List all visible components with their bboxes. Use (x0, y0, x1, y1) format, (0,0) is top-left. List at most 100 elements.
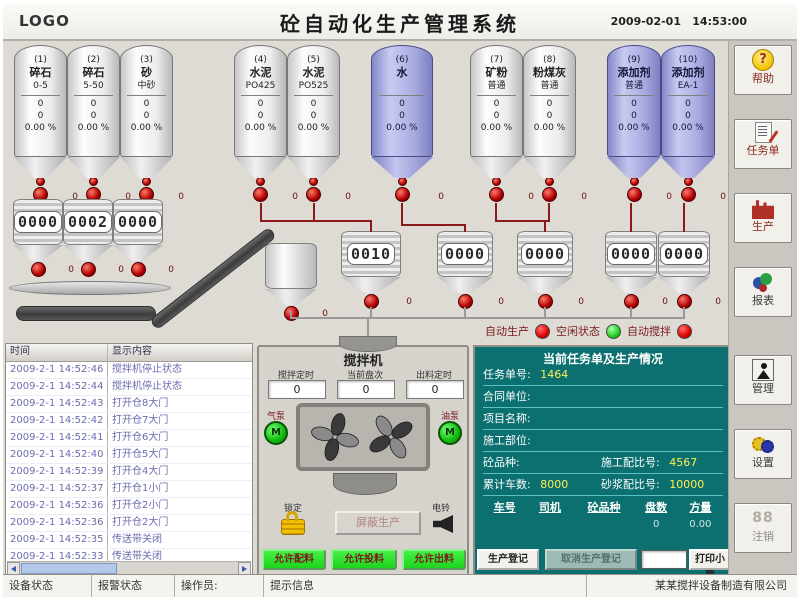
silo-number: (1) (34, 55, 47, 66)
production-register-button[interactable]: 生产登记 (477, 549, 539, 570)
sidebar-button-6[interactable]: 设置 (734, 429, 792, 479)
silo-discharge-valve[interactable] (253, 187, 268, 202)
cancel-register-button[interactable]: 取消生产登记 (545, 549, 637, 570)
silo-divider (530, 95, 570, 96)
sidebar-button-label: 任务单 (735, 144, 791, 158)
log-scrollbar[interactable] (7, 561, 251, 575)
weigh-hopper-body: 0000 (658, 231, 710, 277)
mixer-blades-icon (365, 411, 417, 463)
valve-counter: 0 (406, 297, 412, 307)
discharge-timer-value: 0 (406, 380, 464, 399)
truck-count-label: 累计车数: (483, 478, 531, 491)
inclined-conveyor-belt (149, 227, 277, 331)
log-row[interactable]: 2009-2-1 14:52:35 传送带关闭 (6, 532, 252, 549)
silo-upper-valve[interactable] (142, 177, 151, 186)
sidebar-button-3[interactable]: 生产 (734, 193, 792, 243)
log-row[interactable]: 2009-2-1 14:52:43 打开仓8大门 (6, 396, 252, 413)
ticket-input[interactable] (641, 550, 687, 569)
silo-body: (1) 碎石 0-5 0 0 0.00 % (14, 45, 67, 157)
allow-discharge-button[interactable]: 允许出料 (402, 549, 466, 570)
silo-spec: PO425 (246, 80, 276, 92)
weigh-hopper-cone (265, 289, 317, 305)
silo-discharge-valve[interactable] (489, 187, 504, 202)
print-ticket-button[interactable]: 打印小票 (689, 549, 731, 570)
material-pipe (401, 203, 403, 226)
silo-divider (294, 95, 334, 96)
log-row[interactable]: 2009-2-1 14:52:36 打开仓2小门 (6, 498, 252, 515)
silo-discharge-valve[interactable] (681, 187, 696, 202)
task-order-row: 任务单号: 1464 (483, 365, 723, 386)
log-row[interactable]: 2009-2-1 14:52:44 搅拌机停止状态 (6, 379, 252, 396)
silo-upper-valve[interactable] (545, 177, 554, 186)
oil-pump-icon[interactable] (438, 421, 462, 445)
silo-upper-valve[interactable] (309, 177, 318, 186)
silo-discharge-valve[interactable] (395, 187, 410, 202)
report-icon (752, 271, 774, 293)
air-pump-icon[interactable] (264, 421, 288, 445)
material-silo: (7) 矿粉 普通 0 0 0.00 % 0 (470, 45, 523, 202)
silo-material: 水泥 (250, 66, 272, 80)
contract-row: 合同单位: (483, 387, 723, 408)
tasksheet-icon (755, 122, 772, 143)
weigh-hopper-body: 0000 (113, 199, 163, 245)
weigh-hopper-valve[interactable] (131, 262, 146, 277)
sidebar-button-4[interactable]: 报表 (734, 267, 792, 317)
silo-spec: 中砂 (137, 80, 155, 92)
log-time: 2009-2-1 14:52:40 (6, 447, 108, 463)
silo-cone (120, 157, 173, 178)
log-row[interactable]: 2009-2-1 14:52:39 打开仓4大门 (6, 464, 252, 481)
admin-icon (752, 359, 774, 381)
material-silo: (2) 碎石 5-50 0 0 0.00 % 0 (67, 45, 120, 202)
mixer-title: 搅拌机 (259, 350, 467, 369)
weigh-hopper-valve[interactable] (81, 262, 96, 277)
silo-discharge-valve[interactable] (542, 187, 557, 202)
silo-cone (14, 157, 67, 178)
weight-display: 0002 (64, 211, 112, 233)
speaker-icon[interactable] (433, 515, 453, 533)
silo-actual-weight: 0 (311, 110, 317, 122)
material-pipe (260, 220, 372, 222)
scrollbar-thumb[interactable] (21, 563, 117, 574)
log-content: 打开仓4大门 (108, 464, 252, 480)
silo-upper-valve[interactable] (89, 177, 98, 186)
sidebar-button-7[interactable]: 注销 (734, 503, 792, 553)
silo-upper-valve[interactable] (256, 177, 265, 186)
weight-display: 0010 (347, 243, 395, 265)
silo-actual-weight: 0 (91, 110, 97, 122)
silo-actual-weight: 0 (547, 110, 553, 122)
sidebar-button-5[interactable]: 管理 (734, 355, 792, 405)
log-time: 2009-2-1 14:52:35 (6, 532, 108, 548)
silo-upper-valve[interactable] (36, 177, 45, 186)
silo-discharge-valve[interactable] (306, 187, 321, 202)
log-time: 2009-2-1 14:52:42 (6, 413, 108, 429)
sidebar-button-2[interactable]: 任务单 (734, 119, 792, 169)
sidebar-button-1[interactable]: 帮助 (734, 45, 792, 95)
log-row[interactable]: 2009-2-1 14:52:37 打开仓1小门 (6, 481, 252, 498)
silo-discharge-valve[interactable] (627, 187, 642, 202)
weigh-hopper-body: 0000 (605, 231, 657, 277)
status-bar: 设备状态 报警状态 操作员: 提示信息 某某搅拌设备制造有限公司 (3, 574, 797, 597)
production-icon (752, 197, 774, 219)
log-row[interactable]: 2009-2-1 14:52:40 打开仓5大门 (6, 447, 252, 464)
col-truck-no: 车号 (483, 499, 526, 515)
weigh-hopper-valve[interactable] (31, 262, 46, 277)
sidebar-button-label: 设置 (735, 456, 791, 470)
silo-cone (234, 157, 287, 178)
allow-batching-button[interactable]: 允许配料 (262, 549, 326, 570)
log-time: 2009-2-1 14:52:39 (6, 464, 108, 480)
silo-upper-valve[interactable] (398, 177, 407, 186)
silo-upper-valve[interactable] (630, 177, 639, 186)
silo-upper-valve[interactable] (492, 177, 501, 186)
help-icon (752, 49, 774, 71)
allow-feeding-button[interactable]: 允许投料 (331, 549, 397, 570)
silo-upper-valve[interactable] (684, 177, 693, 186)
silo-set-weight: 0 (144, 98, 150, 110)
log-row[interactable]: 2009-2-1 14:52:46 搅拌机停止状态 (6, 362, 252, 379)
padlock-icon[interactable] (281, 519, 305, 535)
log-row[interactable]: 2009-2-1 14:52:41 打开仓6大门 (6, 430, 252, 447)
silo-number: (2) (87, 55, 100, 66)
log-row[interactable]: 2009-2-1 14:52:36 打开仓2大门 (6, 515, 252, 532)
material-pipe (464, 224, 466, 232)
pause-production-button[interactable]: 屏蔽生产 (335, 511, 421, 535)
log-row[interactable]: 2009-2-1 14:52:42 打开仓7大门 (6, 413, 252, 430)
